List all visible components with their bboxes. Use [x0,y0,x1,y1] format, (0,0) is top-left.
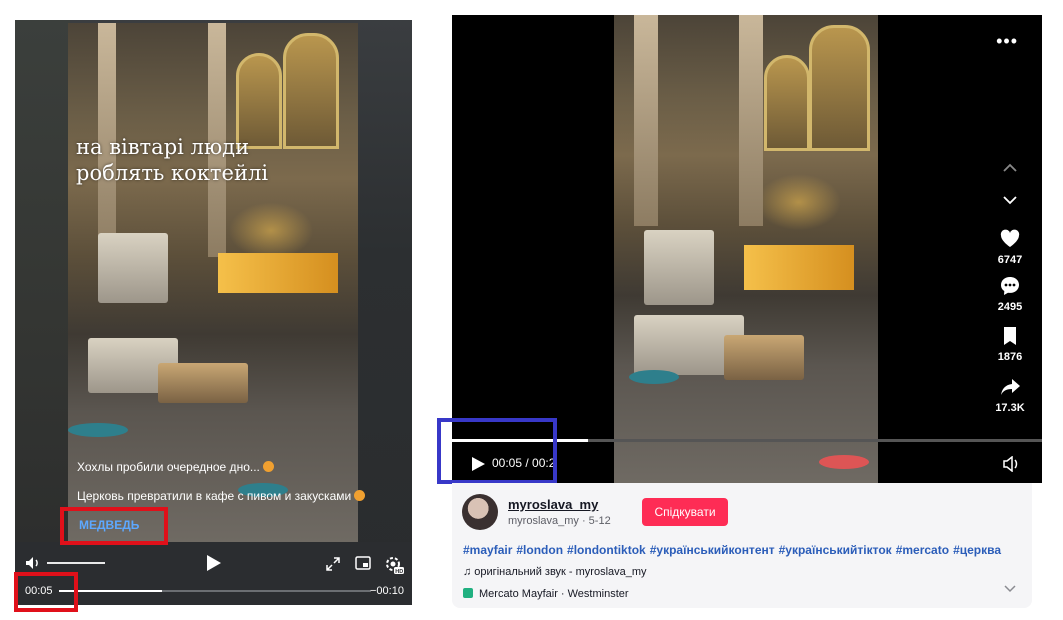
remaining-time: −00:10 [370,585,404,597]
sound-link[interactable]: ♫ оригінальний звук - myroslava_my [463,566,647,578]
comment-button[interactable]: 2495 [988,275,1032,313]
hashtag-link[interactable]: #українськийтікток [779,543,892,557]
more-icon[interactable]: ••• [996,31,1018,52]
share-icon [1001,379,1020,395]
progress-bar[interactable] [59,590,371,592]
comment-count: 2495 [997,301,1023,313]
heart-icon [1000,229,1020,247]
description-line-1: Хохлы пробили очередное дно... [77,460,274,474]
location-pin-icon [463,588,473,598]
like-count: 6747 [997,254,1023,266]
like-button[interactable]: 6747 [988,228,1032,266]
chevron-down-icon[interactable] [1004,585,1016,593]
picture-in-picture-icon[interactable] [355,555,371,571]
save-button[interactable]: 1876 [988,325,1032,363]
speaker-icon[interactable] [1002,456,1020,472]
highlight-time-box [14,572,78,612]
video-caption: на вівтарі люди роблять коктейлі [76,135,269,185]
fullscreen-icon[interactable] [325,556,341,572]
volume-slider[interactable] [47,562,105,564]
hashtag-link[interactable]: #mercato [896,543,949,557]
play-icon[interactable] [203,553,223,573]
follow-button[interactable]: Спідкувати [642,498,728,526]
volume-icon[interactable] [25,556,41,570]
chevron-down-icon[interactable] [1002,195,1018,205]
chevron-up-icon[interactable] [1002,163,1018,173]
share-count: 17.3K [995,402,1025,414]
bookmark-icon [1004,327,1016,345]
emoji-icon [354,490,366,501]
highlight-author-box [60,507,168,545]
description-line-2: Церковь превратили в кафе с пивом и заку… [77,489,366,503]
hashtag-list: #mayfair #london #londontiktok #український… [463,543,1005,557]
hashtag-link[interactable]: #mayfair [463,543,512,557]
settings-hd-icon[interactable]: HD [383,554,405,576]
hashtag-link[interactable]: #українськийконтент [650,543,775,557]
right-video-frame[interactable] [614,15,878,483]
location-link[interactable]: Mercato Mayfair · Westminster [463,588,629,600]
avatar[interactable] [462,494,498,530]
username-link[interactable]: myroslava_my [508,497,598,512]
video-scene-church-cafe [614,15,878,483]
comment-icon [1001,277,1019,295]
svg-text:HD: HD [395,569,403,575]
right-video-player[interactable]: ••• 6747 2495 1876 17.3K 00:05 / 00:2 [452,15,1042,483]
save-count: 1876 [997,351,1023,363]
highlight-time-box [437,418,557,484]
hashtag-link[interactable]: #londontiktok [567,543,646,557]
share-button[interactable]: 17.3K [988,376,1032,414]
hashtag-link[interactable]: #london [516,543,563,557]
hashtag-link[interactable]: #церква [953,543,1001,557]
username-date: myroslava_my · 5-12 [508,515,611,527]
emoji-icon [262,461,274,472]
